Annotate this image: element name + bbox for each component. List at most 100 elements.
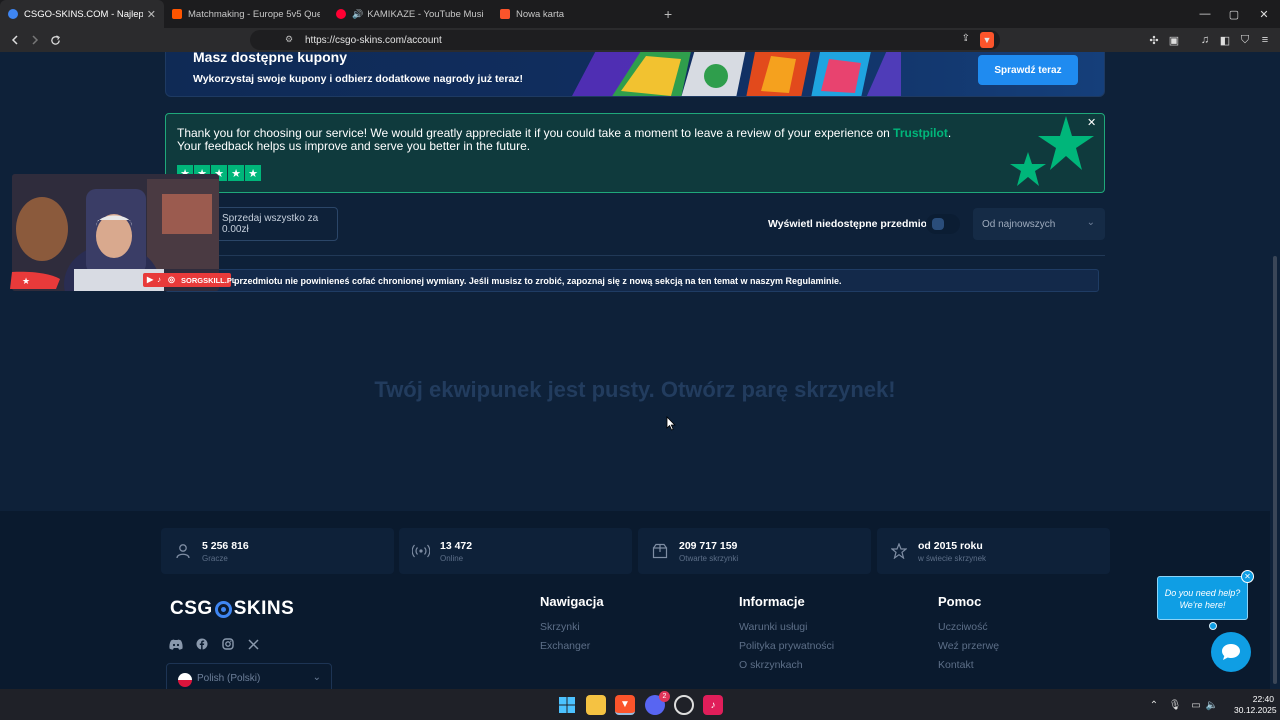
youtube-icon: ▶ (147, 275, 154, 284)
chevron-up-icon[interactable]: ⌃ (1146, 697, 1162, 713)
trustpilot-message-text: Thank you for choosing our service! We w… (177, 126, 894, 140)
trustpilot-link[interactable]: Trustpilot (893, 126, 948, 140)
notification-badge: 2 (659, 691, 670, 702)
chat-open-button[interactable] (1211, 632, 1251, 672)
star-icon: ★ (228, 165, 244, 181)
site-info-icon[interactable]: ⚙ (285, 34, 293, 45)
tab-label: CSGO-SKINS.COM - Najlepsze S (24, 8, 143, 20)
language-select[interactable]: Polish (Polski) ⌄ (166, 663, 332, 689)
logo-text-left: CSG (170, 598, 213, 619)
obs-icon[interactable] (674, 695, 694, 715)
media-icon[interactable]: ♫ (1197, 32, 1213, 48)
instagram-icon[interactable] (219, 635, 237, 653)
maximize-button[interactable]: ▢ (1218, 0, 1250, 28)
footer-link-take-break[interactable]: Weź przerwę (938, 640, 999, 652)
check-now-button[interactable]: Sprawdź teraz (978, 55, 1078, 85)
tab-matchmaking[interactable]: Matchmaking - Europe 5v5 Queue - (164, 0, 328, 28)
coupon-promo-banner: Masz dostępne kupony Wykorzystaj swoje k… (165, 52, 1105, 97)
trade-notice: Po odebraniu przedmiotu nie powinieneś c… (165, 269, 1099, 292)
empty-inventory-message: Twój ekwipunek jest pusty. Otwórz parę s… (374, 377, 896, 402)
windows-taskbar: ▼ 2 ♪ ⌃ 🎙 ▭ 🔈 22:40 30.12.2025 (0, 689, 1280, 720)
chevron-down-icon: ⌄ (1086, 217, 1095, 228)
start-button[interactable] (557, 695, 577, 715)
stat-value: od 2015 roku (918, 540, 983, 552)
close-icon[interactable]: ✕ (1087, 116, 1096, 129)
tab-close-icon[interactable]: ✕ (147, 8, 156, 21)
file-explorer-icon[interactable] (586, 695, 606, 715)
chat-help-bubble[interactable]: Do you need help? We're here! ✕ (1157, 570, 1254, 620)
close-window-button[interactable]: ✕ (1248, 0, 1280, 28)
vpn-shield-icon[interactable]: ⛉ (1237, 32, 1253, 48)
tiktok-app-icon[interactable]: ♪ (703, 695, 723, 715)
user-icon (171, 539, 195, 563)
show-unavailable-toggle[interactable] (926, 214, 960, 234)
reload-icon (50, 34, 60, 45)
address-bar[interactable]: ⚙ https://csgo-skins.com/account ⇪ ▼ (250, 30, 1000, 50)
divider (165, 255, 1105, 256)
browser-tab-bar: CSGO-SKINS.COM - Najlepsze S ✕ Matchmaki… (0, 0, 1280, 28)
trustpilot-message-line2: Your feedback helps us improve and serve… (177, 139, 531, 153)
logo-text-right: SKINS (233, 598, 295, 619)
network-icon[interactable]: ▭ (1188, 697, 1204, 713)
trustpilot-message-line1: Thank you for choosing our service! We w… (177, 126, 951, 140)
footer-link-terms[interactable]: Warunki usługi (739, 621, 807, 633)
volume-icon[interactable]: 🔈 (1204, 697, 1220, 713)
brave-browser-icon[interactable]: ▼ (615, 695, 635, 715)
footer-info-title: Informacje (739, 594, 805, 609)
chat-help-line2: We're here! (1179, 600, 1226, 610)
page-scrollbar[interactable] (1273, 256, 1277, 684)
reload-button[interactable] (45, 28, 65, 52)
stream-handle-text: SORGSKILL.PL (181, 275, 237, 285)
windows-logo-icon (559, 697, 575, 713)
wallet-icon[interactable]: ▣ (1166, 32, 1182, 48)
extensions-icon[interactable]: ✣ (1146, 32, 1162, 48)
footer-link-privacy[interactable]: Polityka prywatności (739, 640, 834, 652)
share-icon[interactable]: ⇪ (962, 33, 970, 44)
audio-playing-icon[interactable]: 🔊 (352, 9, 363, 20)
tab-label: Matchmaking - Europe 5v5 Queue - (188, 8, 320, 20)
footer-link-exchanger[interactable]: Exchanger (540, 640, 590, 652)
brave-shields-icon[interactable]: ▼ (980, 32, 994, 48)
forward-button[interactable] (25, 28, 45, 52)
x-icon[interactable] (244, 635, 262, 653)
site-logo[interactable]: CSG SKINS (170, 598, 294, 620)
sort-select[interactable]: Od najnowszych ⌄ (973, 208, 1105, 240)
sidebar-toggle-icon[interactable]: ◧ (1217, 32, 1233, 48)
tab-new[interactable]: Nowa karta (492, 0, 656, 28)
minimize-button[interactable]: — (1189, 0, 1221, 28)
stat-value: 5 256 816 (202, 540, 249, 552)
stat-value: 13 472 (440, 540, 473, 552)
footer-link-about-cases[interactable]: O skrzynkach (739, 659, 803, 671)
poland-flag-icon (178, 673, 192, 687)
stat-label: w świecie skrzynek (918, 554, 987, 563)
footer-link-fairness[interactable]: Uczciwość (938, 621, 988, 633)
footer-link-cases[interactable]: Skrzynki (540, 621, 580, 633)
tab-csgo-skins[interactable]: CSGO-SKINS.COM - Najlepsze S ✕ (0, 0, 164, 28)
discord-taskbar-icon[interactable]: 2 (645, 691, 670, 715)
stat-players: 5 256 816 Gracze (161, 528, 394, 574)
site-footer: 5 256 816 Gracze 13 472 Online 209 717 1… (0, 511, 1270, 689)
back-button[interactable] (5, 28, 25, 52)
close-icon[interactable]: ✕ (1241, 570, 1254, 583)
back-arrow-icon (11, 35, 18, 45)
footer-link-contact[interactable]: Kontakt (938, 659, 974, 671)
language-value: Polish (Polski) (197, 673, 261, 684)
system-clock[interactable]: 22:40 30.12.2025 (1234, 694, 1277, 716)
clock-date: 30.12.2025 (1234, 705, 1277, 715)
star-icon (887, 539, 911, 563)
microphone-icon[interactable]: 🎙 (1167, 697, 1183, 713)
mouse-cursor-icon (666, 416, 676, 431)
discord-icon[interactable] (167, 635, 185, 653)
tab-youtube-music[interactable]: 🔊 KAMIKAZE - YouTube Music (328, 0, 492, 28)
chat-bubble-tail (1209, 622, 1217, 630)
youtube-music-favicon-icon (336, 9, 346, 19)
menu-icon[interactable]: ≡ (1257, 32, 1273, 48)
cases-artwork-icon (572, 52, 901, 96)
chat-icon (1222, 644, 1240, 660)
stat-label: Gracze (202, 554, 228, 563)
promo-title: Masz dostępne kupony (193, 52, 348, 65)
show-unavailable-label: Wyświetl niedostępne przedmioty (768, 218, 937, 230)
footer-nav-title: Nawigacja (540, 594, 604, 609)
facebook-icon[interactable] (193, 635, 211, 653)
new-tab-button[interactable]: + (664, 6, 672, 22)
